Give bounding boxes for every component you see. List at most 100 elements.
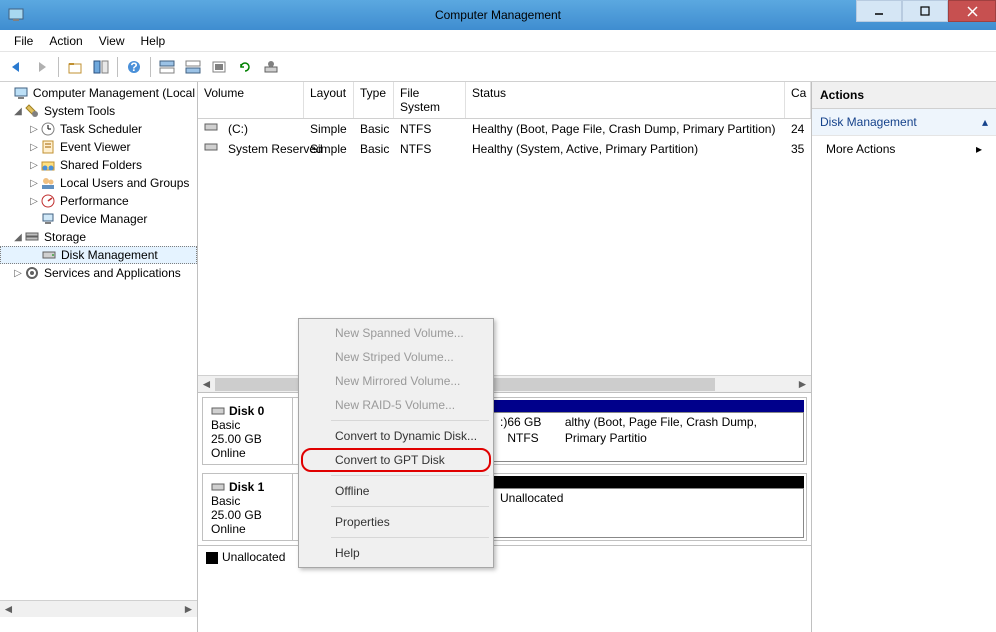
volume-icon (204, 121, 220, 137)
tree-label: Event Viewer (60, 140, 130, 154)
actions-section-label: Disk Management (820, 115, 917, 129)
ctx-convert-dynamic[interactable]: Convert to Dynamic Disk... (301, 424, 491, 448)
titlebar: Computer Management (0, 0, 996, 30)
volume-body: (C:) Simple Basic NTFS Healthy (Boot, Pa… (198, 119, 811, 375)
partition-box[interactable]: :) 66 GB NTFS althy (Boot, Page File, Cr… (493, 412, 804, 462)
partition-strip (493, 476, 804, 488)
tree-root[interactable]: Computer Management (Local (0, 84, 197, 102)
view-bottom-button[interactable] (181, 55, 205, 79)
menu-file[interactable]: File (6, 31, 41, 51)
disk-settings-icon[interactable] (259, 55, 283, 79)
tree-device-manager[interactable]: Device Manager (0, 210, 197, 228)
forward-button[interactable] (30, 55, 54, 79)
part-fs: 66 GB NTFS (507, 415, 564, 459)
tree-label: Performance (60, 194, 129, 208)
vol-fs: NTFS (394, 121, 466, 137)
disk-label[interactable]: Disk 1 Basic 25.00 GB Online (203, 474, 293, 540)
maximize-button[interactable] (902, 0, 948, 22)
disk-type: Basic (211, 494, 284, 508)
disk-icon (211, 481, 225, 493)
share-icon (40, 157, 56, 173)
ctx-convert-gpt[interactable]: Convert to GPT Disk (301, 448, 491, 472)
show-hide-tree-button[interactable] (89, 55, 113, 79)
tree-label: Disk Management (61, 248, 158, 262)
scroll-left-icon[interactable]: ◄ (198, 376, 215, 393)
scroll-right-icon[interactable]: ► (180, 601, 197, 618)
vol-cap: 35 (785, 141, 811, 157)
refresh-icon[interactable] (233, 55, 257, 79)
performance-icon (40, 193, 56, 209)
center-pane: Volume Layout Type File System Status Ca… (198, 82, 812, 632)
tree-label: Storage (44, 230, 86, 244)
tree-label: Local Users and Groups (60, 176, 189, 190)
ctx-new-striped: New Striped Volume... (301, 345, 491, 369)
tree-storage[interactable]: ◢ Storage (0, 228, 197, 246)
clock-icon (40, 121, 56, 137)
ctx-help[interactable]: Help (301, 541, 491, 565)
tree-system-tools[interactable]: ◢ System Tools (0, 102, 197, 120)
tree-disk-management[interactable]: Disk Management (0, 246, 197, 264)
disk-type: Basic (211, 418, 284, 432)
ctx-offline[interactable]: Offline (301, 479, 491, 503)
view-top-button[interactable] (155, 55, 179, 79)
menu-action[interactable]: Action (41, 31, 90, 51)
vol-cap: 24 (785, 121, 811, 137)
tree-performance[interactable]: ▷ Performance (0, 192, 197, 210)
col-fs[interactable]: File System (394, 82, 466, 118)
tools-icon (24, 103, 40, 119)
disk-row[interactable]: Disk 0 Basic 25.00 GB Online :) 66 GB NT… (202, 397, 807, 465)
col-status[interactable]: Status (466, 82, 785, 118)
disk-row[interactable]: Disk 1 Basic 25.00 GB Online Unallocated (202, 473, 807, 541)
tree-services-apps[interactable]: ▷ Services and Applications (0, 264, 197, 282)
settings-icon[interactable] (207, 55, 231, 79)
actions-section[interactable]: Disk Management ▴ (812, 109, 996, 136)
app-icon (8, 7, 24, 23)
tree-h-scrollbar[interactable]: ◄ ► (0, 600, 197, 617)
vol-status: Healthy (System, Active, Primary Partiti… (466, 141, 785, 157)
col-type[interactable]: Type (354, 82, 394, 118)
vol-layout: Simple (304, 121, 354, 137)
actions-more[interactable]: More Actions ▸ (812, 136, 996, 162)
col-layout[interactable]: Layout (304, 82, 354, 118)
disk-icon (211, 405, 225, 417)
tree-label: Shared Folders (60, 158, 142, 172)
tree-event-viewer[interactable]: ▷ Event Viewer (0, 138, 197, 156)
chevron-right-icon: ▸ (976, 142, 982, 156)
help-icon[interactable]: ? (122, 55, 146, 79)
scroll-right-icon[interactable]: ► (794, 376, 811, 393)
legend-swatch-unallocated (206, 552, 218, 564)
tree-shared-folders[interactable]: ▷ Shared Folders (0, 156, 197, 174)
partition-box[interactable]: Unallocated (493, 488, 804, 538)
volume-row[interactable]: (C:) Simple Basic NTFS Healthy (Boot, Pa… (198, 119, 811, 139)
close-button[interactable] (948, 0, 996, 22)
disk-label[interactable]: Disk 0 Basic 25.00 GB Online (203, 398, 293, 464)
tree-label: Services and Applications (44, 266, 181, 280)
back-button[interactable] (4, 55, 28, 79)
menu-help[interactable]: Help (133, 31, 174, 51)
vol-status: Healthy (Boot, Page File, Crash Dump, Pr… (466, 121, 785, 137)
collapse-icon: ▴ (982, 115, 988, 129)
vol-layout: Simple (304, 141, 354, 157)
col-capacity[interactable]: Ca (785, 82, 811, 118)
tree-task-scheduler[interactable]: ▷ Task Scheduler (0, 120, 197, 138)
toolbar: ? (0, 52, 996, 82)
volume-h-scrollbar[interactable]: ◄ ► (198, 375, 811, 392)
actions-pane: Actions Disk Management ▴ More Actions ▸ (812, 82, 996, 632)
ctx-new-spanned: New Spanned Volume... (301, 321, 491, 345)
tree-label: Task Scheduler (60, 122, 142, 136)
menu-view[interactable]: View (91, 31, 133, 51)
part-label: :) (500, 415, 507, 459)
ctx-properties[interactable]: Properties (301, 510, 491, 534)
users-icon (40, 175, 56, 191)
col-volume[interactable]: Volume (198, 82, 304, 118)
disk-mgmt-icon (41, 247, 57, 263)
tree-local-users[interactable]: ▷ Local Users and Groups (0, 174, 197, 192)
volume-row[interactable]: System Reserved Simple Basic NTFS Health… (198, 139, 811, 159)
minimize-button[interactable] (856, 0, 902, 22)
volume-header: Volume Layout Type File System Status Ca (198, 82, 811, 119)
disk-size: 25.00 GB (211, 432, 284, 446)
legend: Unallocated Primary partition (198, 545, 811, 568)
scroll-left-icon[interactable]: ◄ (0, 601, 17, 618)
up-button[interactable] (63, 55, 87, 79)
disk-name: Disk 0 (229, 404, 264, 418)
